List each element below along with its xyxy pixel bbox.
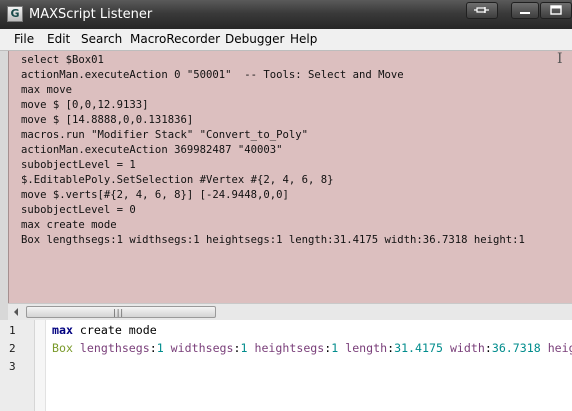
- scroll-left-button[interactable]: [8, 304, 25, 320]
- code-op: :: [484, 341, 492, 355]
- line-number: 2: [9, 342, 16, 355]
- output-line: move $ [0,0,12.9133]: [21, 99, 149, 111]
- code-param: widthsegs: [163, 341, 234, 355]
- code-line: Box lengthsegs:1 widthsegs:1 heightsegs:…: [52, 341, 572, 355]
- code-op: :: [149, 341, 157, 355]
- menu-search[interactable]: Search: [81, 32, 122, 46]
- pin-icon: [474, 7, 489, 13]
- text-cursor-icon: I: [557, 51, 563, 67]
- output-line: max move: [21, 84, 73, 96]
- scroll-left-icon: [14, 308, 18, 316]
- window-title: MAXScript Listener: [29, 7, 153, 22]
- output-line: subobjectLevel = 0: [21, 204, 136, 216]
- output-line: max create mode: [21, 219, 117, 231]
- code-number: 36.7318: [491, 341, 541, 355]
- output-line: move $.verts[#{2, 4, 6, 8}] [-24.9448,0,…: [21, 189, 289, 201]
- code-number: 1: [156, 341, 164, 355]
- scrollbar-grip: |||: [113, 308, 125, 317]
- maxscript-listener-window: G MAXScript Listener File Edit Search Ma…: [0, 0, 572, 411]
- menu-help[interactable]: Help: [290, 32, 317, 46]
- code-param: heightsegs: [247, 341, 325, 355]
- menu-file[interactable]: File: [14, 32, 34, 46]
- line-number: 3: [9, 360, 16, 373]
- output-line: $.EditablePoly.SetSelection #Vertex #{2,…: [21, 174, 334, 186]
- code-number: 31.4175: [394, 341, 443, 355]
- code-text: create mode: [72, 323, 157, 337]
- maximize-button[interactable]: [540, 2, 572, 19]
- pin-button[interactable]: [466, 2, 498, 19]
- scrollbar-thumb[interactable]: |||: [26, 306, 216, 318]
- code-param: width: [442, 341, 485, 355]
- code-class: Box: [52, 341, 73, 355]
- code-line: max create mode: [52, 323, 157, 337]
- minimize-icon: [520, 12, 530, 14]
- code-keyword: max: [52, 323, 73, 337]
- code-param: heig: [547, 341, 572, 355]
- output-line: move $ [14.8888,0,0.131836]: [21, 114, 194, 126]
- minimize-button[interactable]: [511, 2, 539, 19]
- output-line: actionMan.executeAction 0 "50001" -- Too…: [21, 69, 404, 81]
- code-op: :: [233, 341, 241, 355]
- menu-edit[interactable]: Edit: [47, 32, 70, 46]
- output-line: subobjectLevel = 1: [21, 159, 136, 171]
- menu-bar: File Edit Search MacroRecorder Debugger …: [0, 29, 572, 51]
- menu-debugger[interactable]: Debugger: [225, 32, 284, 46]
- title-bar[interactable]: G MAXScript Listener: [0, 0, 572, 29]
- code-param: lengthsegs: [72, 341, 150, 355]
- output-line: Box lengthsegs:1 widthsegs:1 heightsegs:…: [21, 234, 525, 246]
- menu-macrorecorder[interactable]: MacroRecorder: [130, 32, 220, 46]
- line-number-gutter: 1 2 3: [0, 320, 35, 411]
- line-number: 1: [9, 324, 16, 337]
- maximize-icon: [550, 5, 562, 15]
- output-line: macros.run "Modifier Stack" "Convert_to_…: [21, 129, 309, 141]
- listener-input-editor[interactable]: 1 2 3 max create mode Box lengthsegs:1 w…: [0, 320, 572, 411]
- horizontal-scrollbar[interactable]: |||: [8, 303, 572, 320]
- output-line: actionMan.executeAction 369982487 "40003…: [21, 144, 283, 156]
- listener-output-pane[interactable]: select $Box01 actionMan.executeAction 0 …: [8, 51, 572, 303]
- output-line: select $Box01: [21, 54, 104, 66]
- app-icon: G: [7, 6, 23, 22]
- code-param: length: [338, 341, 388, 355]
- fold-margin[interactable]: [35, 320, 46, 411]
